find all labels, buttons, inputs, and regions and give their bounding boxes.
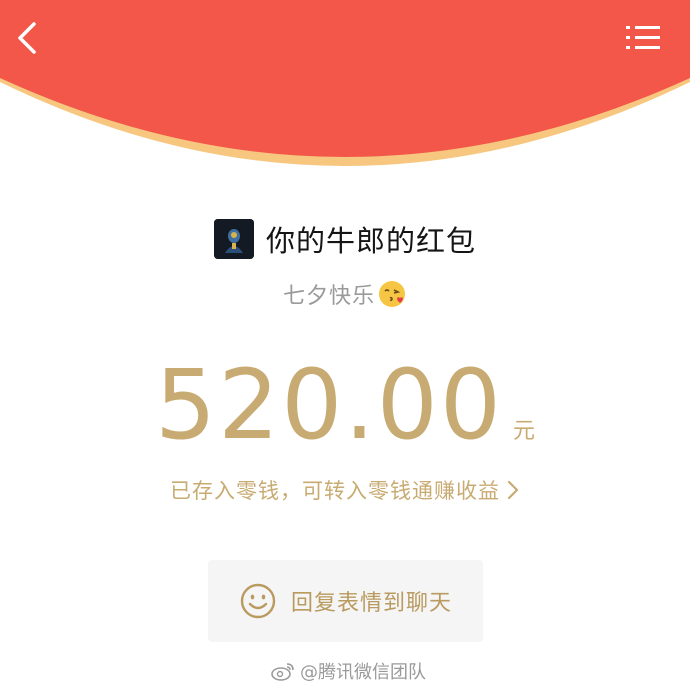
avatar[interactable] xyxy=(213,219,254,259)
amount-value: 520.00 xyxy=(155,349,503,461)
chevron-right-icon xyxy=(507,480,519,500)
change-balance-link[interactable]: 已存入零钱，可转入零钱通赚收益 xyxy=(0,474,690,506)
back-button[interactable] xyxy=(10,18,46,58)
more-menu-button[interactable] xyxy=(620,20,666,56)
watermark: @腾讯微信团队 xyxy=(270,658,426,684)
watermark-text: @腾讯微信团队 xyxy=(300,662,426,683)
reply-sticker-button[interactable]: 回复表情到聊天 xyxy=(208,560,483,642)
greeting-text: 七夕快乐 xyxy=(282,284,375,309)
face-blowing-kiss-emoji xyxy=(379,281,405,307)
avatar-image xyxy=(213,219,254,259)
smiley-face-icon xyxy=(240,583,276,619)
red-packet-detail-screen: 你的牛郎的红包 七夕快乐 520.00 元 已存入零钱，可转入零钱通赚收益 回复… xyxy=(0,0,690,688)
amount-unit: 元 xyxy=(512,419,535,444)
greeting-row: 七夕快乐 xyxy=(0,276,690,312)
red-packet-header xyxy=(0,0,690,166)
amount-row: 520.00 元 xyxy=(0,350,690,460)
sender-row: 你的牛郎的红包 xyxy=(0,216,690,262)
reply-button-label: 回复表情到聊天 xyxy=(290,591,452,616)
list-menu-icon xyxy=(626,26,660,49)
sender-title: 你的牛郎的红包 xyxy=(265,224,476,258)
note-text: 已存入零钱，可转入零钱通赚收益 xyxy=(170,479,500,503)
weibo-icon xyxy=(271,663,294,681)
chevron-left-icon xyxy=(18,22,36,54)
